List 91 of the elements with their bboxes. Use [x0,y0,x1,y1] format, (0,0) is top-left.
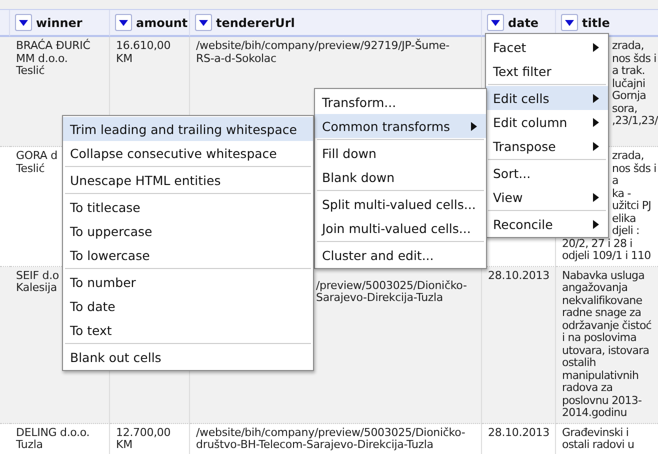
cell-text-line: poslovnu 2013- [562,394,642,407]
menu-item[interactable]: To lowercase [63,243,313,267]
menu-item[interactable]: Sort... [486,161,608,185]
caret-icon [565,20,574,26]
menu-item[interactable]: Blank down [315,165,486,189]
cell-text-line: odjeli 109/1 i 110 [562,250,651,262]
cell-text-line: utovara, istovara [562,344,650,357]
cell-text-line: ostali radovi u [562,439,634,452]
menu-item[interactable]: Unescape HTML entities [63,168,313,192]
cell-text-line: i na poslovima [562,332,636,344]
cell-text-line: ostalih [562,357,596,370]
cell-text-line: SEIF d.o [16,270,60,282]
menu-item[interactable]: Join multi-valued cells... [315,216,486,240]
cell-text-line: elika [612,212,636,225]
cell-text-line: Sarajevo-Direkcija-Tuzla [316,292,444,304]
cell-text-line: društvo-BH-Telecom-Sarajevo-Direkcija-Tuzla [196,439,434,452]
menu-item[interactable]: To titlecase [63,195,313,219]
menu-item[interactable]: Blank out cells [63,345,313,369]
menu-item[interactable]: Trim leading and trailing whitespace [63,117,313,141]
cell-text-line: a trak. [612,65,645,78]
cell-text-line: Građevinski i [562,426,629,439]
menu-item[interactable]: Edit column [486,110,608,134]
cell-text-line: GORA d [16,150,58,162]
cell-text-line: KM [116,52,132,65]
cell-text-line: užitci PJ [612,200,651,212]
cell-text-line: lučajni [612,78,646,90]
cell-text-line: Nabavka usluga [562,270,644,282]
caret-icon [119,20,128,26]
menu-item[interactable]: Split multi-valued cells... [315,192,486,216]
cell-text-line: 2014.godinu [562,407,627,420]
cell-text-line: Tuzla [16,439,43,452]
column-header: title [582,16,610,30]
cell-text-line: održavanje čistoć [562,320,652,332]
cell-text-line: Kalesija [16,282,57,294]
column-header: tendererUrl [216,16,295,30]
menu-item[interactable]: Common transforms [315,114,486,138]
cell-text-line: ,23/1,23/ [612,115,658,128]
cell-text-line: MM d.o.o. [16,52,68,65]
menu-item[interactable]: Fill down [315,141,486,165]
cell-text-line: /website/bih/company/preview/92719/JP-Šume- [196,40,450,52]
cell-text-line: RS-a-d-Sokolac [196,52,276,65]
menu-item[interactable]: Cluster and edit... [315,243,486,267]
menu-item[interactable]: Transpose [486,134,608,158]
cell-text-line: /website/bih/company/preview/5003025/Dioničko- [196,426,466,438]
column-menu-button[interactable] [561,14,578,31]
menu-item[interactable]: Facet [486,35,608,59]
column-menu-button[interactable] [15,14,32,31]
cell-text-line: manipulativnih [562,370,639,382]
menu-item[interactable]: View [486,185,608,209]
cell-text-line: a [612,175,618,188]
cell-text-line: Teslić [16,162,45,175]
menu-item[interactable]: To uppercase [63,219,313,243]
column-menu-button[interactable] [487,14,504,31]
menu-item[interactable]: Reconcile [486,212,608,236]
cell-text-line: 20/2, 27 i 28 i [562,238,632,250]
column-menu-button[interactable] [115,14,132,31]
cell-text-line: nos šds i [612,52,656,65]
cell-text-line: ka - [612,188,631,200]
caret-icon [491,20,500,26]
menu-item[interactable]: To date [63,294,313,318]
cell-text-line: DELING d.o.o. [16,426,90,439]
menu-item[interactable]: To number [63,270,313,294]
caret-icon [199,20,208,26]
cell-text-line: 12.700,00 [116,426,171,439]
menu-item[interactable]: Text filter [486,59,608,83]
cell-text-line: angažovanja [562,282,628,294]
menu-item[interactable]: Transform... [315,90,486,114]
cell-text-line: djeli : [612,225,640,238]
cell-text-line: Gornja [612,90,646,102]
cell-text-line: sora, [612,102,638,115]
column-menu-button[interactable] [195,14,212,31]
column-header: date [508,16,539,30]
cell-text-line: Teslić [16,65,45,78]
cell-text-line: radne snage za [562,307,642,320]
menu-item[interactable]: Collapse consecutive whitespace [63,141,313,165]
column-header: winner [36,16,82,30]
cell-text-line: radova za [562,382,613,394]
cell-text-line: 28.10.2013 [488,426,550,439]
cell-text-line: /preview/5003025/Dioničko- [316,280,467,292]
cell-text-line: nekvalifikovane [562,294,642,307]
menu-item[interactable]: Edit cells [486,86,608,110]
cell-text-line: 16.610,00 [116,40,171,52]
menu-item[interactable]: To text [63,318,313,342]
cell-text-line: nos šds i [612,162,656,175]
cell-text-line: 28.10.2013 [488,270,550,282]
cell-text-line: BRAĆA ĐURIĆ [16,40,90,52]
caret-icon [19,20,28,26]
cell-text-line: zrada, [612,40,644,52]
cell-text-line: zrada, [612,150,644,162]
column-header: amount [136,16,188,30]
cell-text-line: KM [116,439,132,452]
